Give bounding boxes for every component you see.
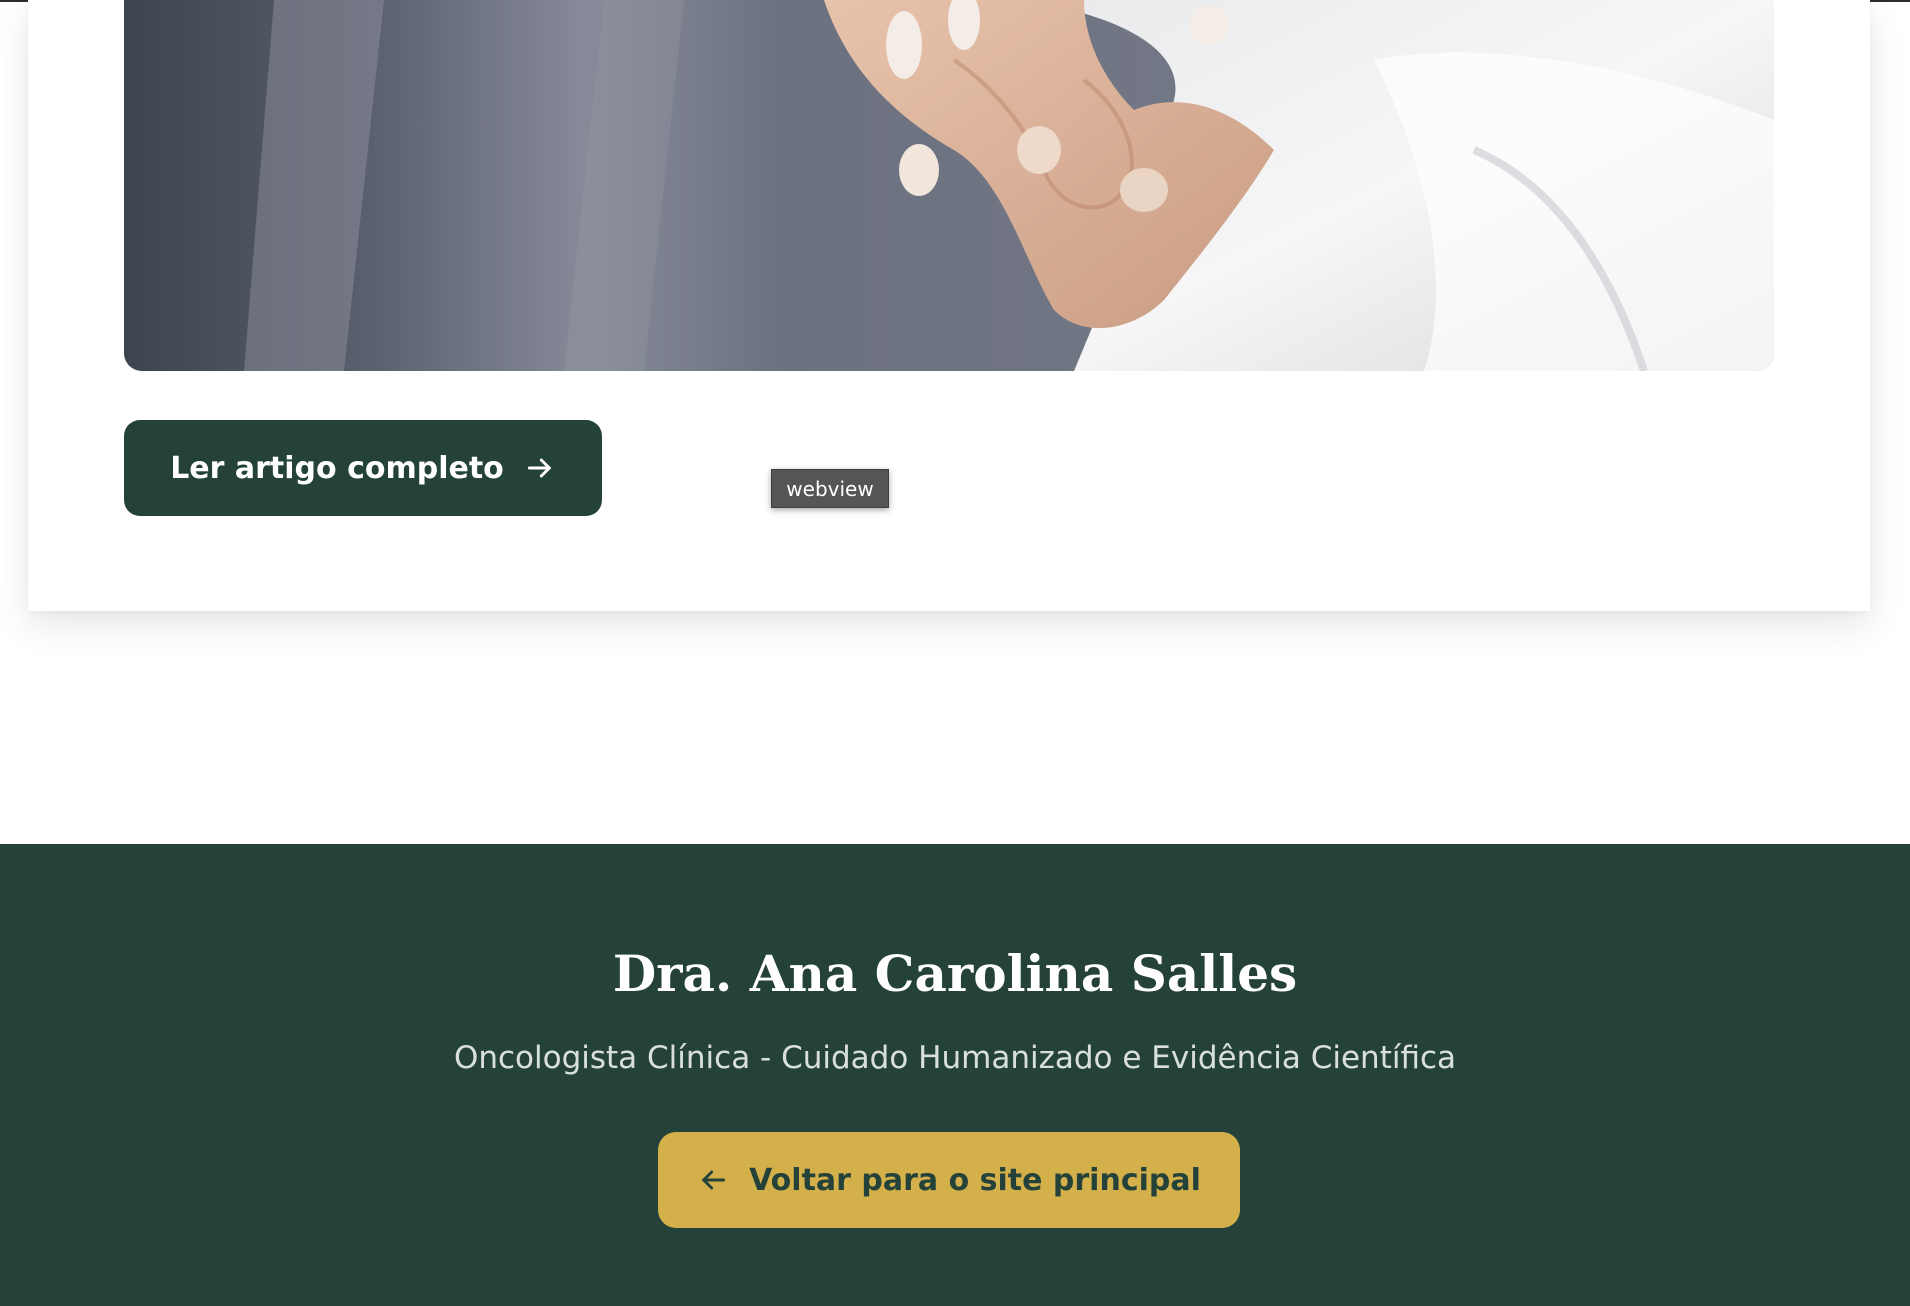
arrow-left-icon [697,1164,729,1196]
page: Ler artigo completo webview Dra. Ana Car… [0,0,1910,1306]
back-to-main-site-button[interactable]: Voltar para o site principal [658,1132,1240,1228]
site-footer: Dra. Ana Carolina Salles Oncologista Clí… [0,844,1910,1306]
read-full-article-label: Ler artigo completo [170,450,504,486]
footer-subtitle: Oncologista Clínica - Cuidado Humanizado… [453,1040,1457,1076]
read-full-article-button[interactable]: Ler artigo completo [124,420,602,516]
article-card: Ler artigo completo [28,0,1870,611]
arrow-right-icon [524,452,556,484]
webview-tooltip-text: webview [786,476,874,501]
footer-title: Dra. Ana Carolina Salles [612,944,1298,1003]
back-to-main-site-label: Voltar para o site principal [749,1162,1201,1198]
article-image [124,0,1774,371]
webview-tooltip: webview [771,469,889,508]
hands-photo-illustration [124,0,1774,371]
